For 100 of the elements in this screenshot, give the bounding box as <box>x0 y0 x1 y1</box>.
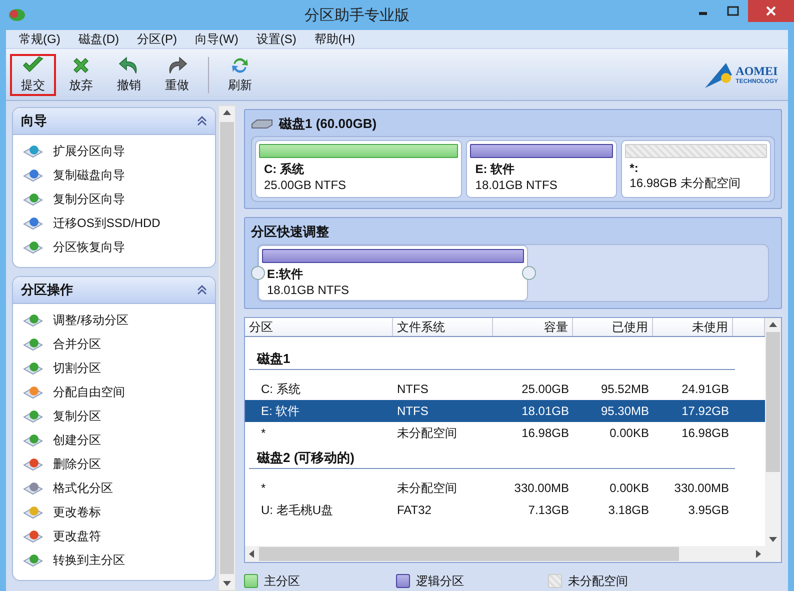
scroll-down-icon[interactable] <box>768 534 778 544</box>
collapse-icon[interactable] <box>197 285 208 295</box>
scroll-up-icon[interactable] <box>768 320 778 330</box>
toolbar-button[interactable]: 重做 <box>154 54 200 96</box>
menu-item[interactable]: 设置(S) <box>247 30 306 48</box>
sidebar-item[interactable]: 复制磁盘向导 <box>13 163 216 187</box>
maximize-icon[interactable] <box>727 6 739 16</box>
column-header[interactable]: 分区 <box>245 318 393 336</box>
sidebar-item[interactable]: 合并分区 <box>13 332 216 356</box>
window-title: 分区助手专业版 <box>304 6 410 24</box>
disk-group-label: 磁盘1 <box>249 345 735 370</box>
partition-name: C: 系统 <box>263 161 305 178</box>
table-cell-text: C: 系统 <box>260 380 302 398</box>
disk-group-label: 磁盘2 (可移动的) <box>249 444 735 469</box>
table-row[interactable]: E: 软件 NTFS 18.01GB 95.30MB 17.92GB <box>245 400 765 422</box>
menu-item[interactable]: 磁盘(D) <box>69 30 128 48</box>
table-cell-text: 17.92GB <box>680 404 730 418</box>
partition-info: 16.98GB 未分配空间 <box>628 175 742 192</box>
partition-info: 18.01GB NTFS <box>266 283 350 297</box>
partition-info: 18.01GB NTFS <box>474 178 558 192</box>
collapse-icon[interactable] <box>197 116 208 126</box>
sidebar-item[interactable]: 删除分区 <box>13 452 216 476</box>
sidebar-item[interactable]: 分配自由空间 <box>13 380 216 404</box>
legend-swatch <box>244 574 258 588</box>
table-cell-text: 未分配空间 <box>396 424 458 442</box>
table-cell-text: FAT32 <box>396 503 432 517</box>
table-cell-text: 3.95GB <box>687 503 730 517</box>
sidebar-item[interactable]: 更改卷标 <box>13 500 216 524</box>
panel-title: 分区快速调整 <box>251 223 329 241</box>
sidebar-item[interactable]: 格式化分区 <box>13 476 216 500</box>
column-header[interactable]: 文件系统 <box>393 318 493 336</box>
partition-block[interactable]: C: 系统 25.00GB NTFS <box>255 140 462 198</box>
scroll-down-icon[interactable] <box>222 578 232 588</box>
table-cell-text: 0.00KB <box>608 481 650 495</box>
sidebar-item[interactable]: 复制分区 <box>13 404 216 428</box>
legend-swatch <box>548 574 562 588</box>
resize-handle[interactable] <box>251 266 265 280</box>
table-row[interactable]: U: 老毛桃U盘 FAT32 7.13GB 3.18GB 3.95GB <box>245 499 765 521</box>
partition-block[interactable]: E:软件 18.01GB NTFS <box>258 245 528 301</box>
table-row[interactable]: C: 系统 NTFS 25.00GB 95.52MB 24.91GB <box>245 378 765 400</box>
sidebar-item[interactable]: 转换到主分区 <box>13 548 216 572</box>
close-icon <box>766 6 776 16</box>
menu-item[interactable]: 帮助(H) <box>305 30 364 48</box>
partition-name: E: 软件 <box>474 161 516 178</box>
section-title: 向导 <box>21 112 47 130</box>
table-row[interactable]: * 未分配空间 16.98GB 0.00KB 16.98GB <box>245 422 765 444</box>
menu-item[interactable]: 常规(G) <box>10 30 70 48</box>
scroll-left-icon[interactable] <box>247 549 257 560</box>
menu-item[interactable]: 向导(W) <box>186 30 248 48</box>
table-cell-text: NTFS <box>396 404 430 418</box>
table-cell-text: 3.18GB <box>607 503 650 517</box>
sidebar-item[interactable]: 更改盘符 <box>13 524 216 548</box>
column-header[interactable]: 容量 <box>493 318 573 336</box>
sidebar-item[interactable]: 复制分区向导 <box>13 187 216 211</box>
table-cell-text: 24.91GB <box>680 382 730 396</box>
table-row[interactable]: * 未分配空间 330.00MB 0.00KB 330.00MB <box>245 477 765 499</box>
disk-title: 磁盘1 (60.00GB) <box>279 115 377 133</box>
toolbar-button[interactable]: 刷新 <box>217 54 263 96</box>
legend-swatch <box>396 574 410 588</box>
sidebar-item[interactable]: 调整/移动分区 <box>13 308 216 332</box>
sidebar-item[interactable]: 创建分区 <box>13 428 216 452</box>
table-cell-text: U: 老毛桃U盘 <box>260 502 334 518</box>
horizontal-scrollbar[interactable] <box>245 546 781 562</box>
column-header[interactable]: 已使用 <box>573 318 653 336</box>
partition-name: *: <box>628 160 640 175</box>
toolbar-button[interactable]: 撤销 <box>106 54 152 96</box>
partition-info: 25.00GB NTFS <box>263 178 348 192</box>
logo-icon <box>704 60 734 88</box>
legend-label: 未分配空间 <box>568 572 628 590</box>
table-cell-text: 未分配空间 <box>396 480 458 496</box>
table-cell-text: 95.52MB <box>600 382 650 396</box>
toolbar-button[interactable]: 提交 <box>10 54 56 96</box>
scroll-right-icon[interactable] <box>753 549 763 560</box>
table-cell-text: 25.00GB <box>520 382 570 396</box>
toolbar-button[interactable]: 放弃 <box>58 54 104 96</box>
table-cell-text: 330.00MB <box>673 481 730 495</box>
table-cell-text: 95.30MB <box>600 404 650 418</box>
column-header[interactable]: 未使用 <box>653 318 733 336</box>
checkmark-icon <box>20 56 46 74</box>
sidebar-item[interactable]: 切割分区 <box>13 356 216 380</box>
sidebar-item[interactable]: 迁移OS到SSD/HDD <box>13 211 216 235</box>
section-title: 分区操作 <box>21 281 73 299</box>
partition-block[interactable]: E: 软件 18.01GB NTFS <box>466 140 617 198</box>
close-button[interactable] <box>748 0 794 22</box>
legend-label: 主分区 <box>264 572 300 590</box>
logo-name: AOMEI <box>736 64 778 78</box>
scroll-up-icon[interactable] <box>222 108 232 118</box>
scrollbar[interactable] <box>765 318 781 546</box>
partition-block[interactable]: *: 16.98GB 未分配空间 <box>620 140 772 198</box>
table-cell-text: 16.98GB <box>680 426 730 440</box>
table-cell-text: * <box>260 481 267 495</box>
resize-handle[interactable] <box>522 266 536 280</box>
scrollbar[interactable] <box>218 105 236 591</box>
table-cell-text: NTFS <box>396 382 430 396</box>
sidebar-item[interactable]: 分区恢复向导 <box>13 235 216 259</box>
menu-item[interactable]: 分区(P) <box>128 30 186 48</box>
table-cell-text: 16.98GB <box>520 426 570 440</box>
table-cell-text: 7.13GB <box>527 503 570 517</box>
app-icon <box>8 8 26 22</box>
sidebar-item[interactable]: 扩展分区向导 <box>13 139 216 163</box>
